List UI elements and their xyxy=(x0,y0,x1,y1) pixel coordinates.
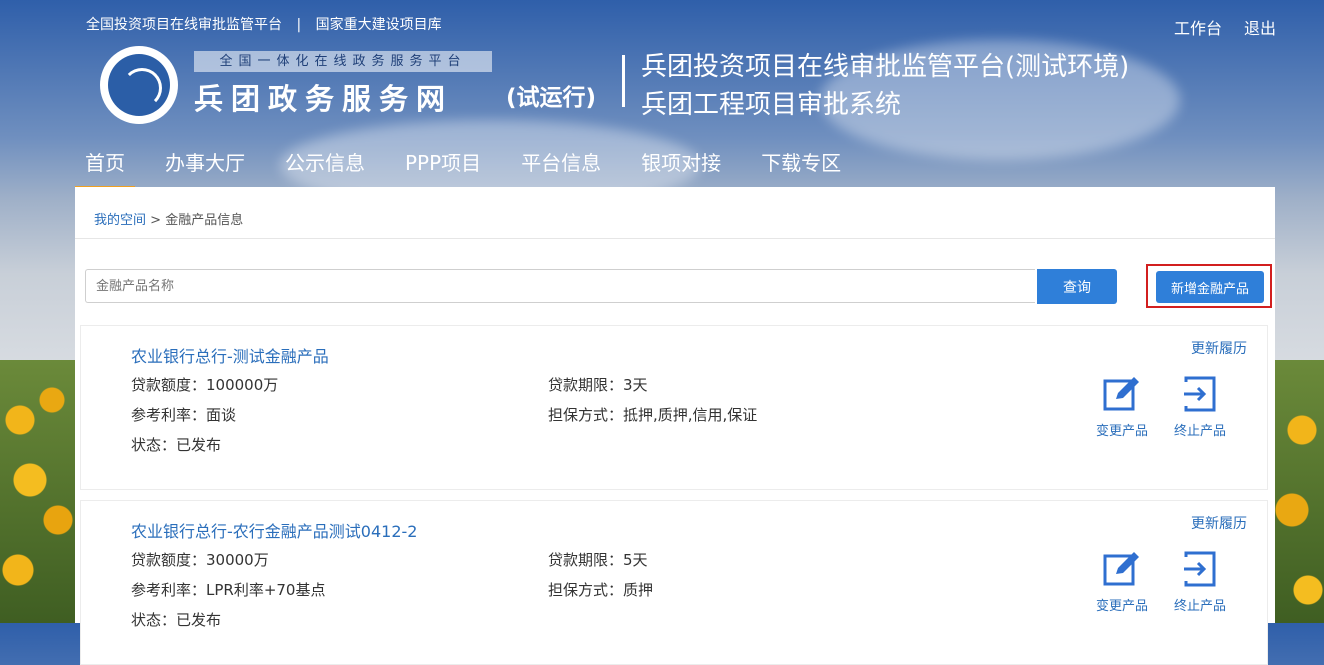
main-nav: 首页 办事大厅 公示信息 PPP项目 平台信息 银项对接 下载专区 xyxy=(75,148,871,189)
change-product-label: 变更产品 xyxy=(1095,599,1148,614)
edit-icon xyxy=(1103,377,1139,411)
nav-item-ppp[interactable]: PPP项目 xyxy=(395,148,491,186)
loan-amount: 贷款额度：100000万 xyxy=(131,376,279,394)
change-product-button[interactable]: 变更产品 xyxy=(1087,374,1157,439)
breadcrumb-my-space[interactable]: 我的空间 xyxy=(94,213,146,228)
add-financial-product-button[interactable]: 新增金融产品 xyxy=(1156,271,1264,303)
workbench-link[interactable]: 工作台 xyxy=(1174,15,1222,39)
logo-name: 兵团政务服务网 xyxy=(194,82,454,116)
logo-emblem xyxy=(108,54,170,116)
terminate-product-label: 终止产品 xyxy=(1173,424,1226,439)
breadcrumb-separator: > xyxy=(150,213,162,228)
guarantee-method: 担保方式：质押 xyxy=(548,581,654,599)
product-title[interactable]: 农业银行总行-农行金融产品测试0412-2 xyxy=(131,518,417,542)
update-history-link[interactable]: 更新履历 xyxy=(1191,338,1247,358)
nav-item-bank-project[interactable]: 银项对接 xyxy=(631,148,731,186)
exit-icon xyxy=(1184,551,1216,587)
product-status: 状态：已发布 xyxy=(131,611,222,629)
product-title[interactable]: 农业银行总行-测试金融产品 xyxy=(131,343,329,367)
top-links: 全国投资项目在线审批监管平台 | 国家重大建设项目库 xyxy=(86,14,452,34)
loan-term: 贷款期限：3天 xyxy=(548,376,648,394)
platform-subtitle: 兵团工程项目审批系统 xyxy=(641,90,902,120)
terminate-product-button[interactable]: 终止产品 xyxy=(1165,549,1235,614)
divider xyxy=(75,238,1275,239)
change-product-label: 变更产品 xyxy=(1095,424,1148,439)
highlight-box: 新增金融产品 xyxy=(1146,264,1272,308)
guarantee-method: 担保方式：抵押,质押,信用,保证 xyxy=(548,406,758,424)
top-link-project-library[interactable]: 国家重大建设项目库 xyxy=(316,17,442,33)
user-actions: 工作台 退出 xyxy=(1174,15,1276,39)
reference-rate: 参考利率：面谈 xyxy=(131,406,237,424)
logout-link[interactable]: 退出 xyxy=(1244,15,1276,39)
sunflower-field-left xyxy=(0,360,76,623)
change-product-button[interactable]: 变更产品 xyxy=(1087,549,1157,614)
nav-item-public-info[interactable]: 公示信息 xyxy=(275,148,375,186)
edit-icon xyxy=(1103,552,1139,586)
top-link-investment-platform[interactable]: 全国投资项目在线审批监管平台 xyxy=(86,17,282,33)
top-link-separator: | xyxy=(296,17,302,33)
breadcrumb: 我的空间 > 金融产品信息 xyxy=(94,209,243,228)
sunflower-field-right xyxy=(1272,360,1324,623)
loan-amount: 贷款额度：30000万 xyxy=(131,551,269,569)
title-divider xyxy=(622,55,625,107)
product-card: 农业银行总行-测试金融产品 贷款额度：100000万 贷款期限：3天 参考利率：… xyxy=(80,325,1268,490)
search-button[interactable]: 查询 xyxy=(1037,269,1117,304)
site-logo-icon[interactable] xyxy=(100,46,178,124)
breadcrumb-current: 金融产品信息 xyxy=(165,213,244,228)
product-status: 状态：已发布 xyxy=(131,436,222,454)
nav-item-downloads[interactable]: 下载专区 xyxy=(751,148,851,186)
loan-term: 贷款期限：5天 xyxy=(548,551,648,569)
exit-icon xyxy=(1184,376,1216,412)
terminate-product-label: 终止产品 xyxy=(1173,599,1226,614)
terminate-product-button[interactable]: 终止产品 xyxy=(1165,374,1235,439)
update-history-link[interactable]: 更新履历 xyxy=(1191,513,1247,533)
logo-trial-label: (试运行) xyxy=(506,85,597,111)
reference-rate: 参考利率：LPR利率+70基点 xyxy=(131,581,326,599)
content-panel: 我的空间 > 金融产品信息 查询 新增金融产品 农业银行总行-测试金融产品 贷款… xyxy=(75,187,1275,665)
nav-item-home[interactable]: 首页 xyxy=(75,148,135,189)
nav-item-service-hall[interactable]: 办事大厅 xyxy=(155,148,255,186)
platform-title: 兵团投资项目在线审批监管平台(测试环境) xyxy=(641,52,1130,82)
logo-banner: 全国一体化在线政务服务平台 xyxy=(194,51,492,72)
nav-item-platform-info[interactable]: 平台信息 xyxy=(511,148,611,186)
product-name-search-input[interactable] xyxy=(85,269,1035,303)
product-card: 农业银行总行-农行金融产品测试0412-2 贷款额度：30000万 贷款期限：5… xyxy=(80,500,1268,665)
